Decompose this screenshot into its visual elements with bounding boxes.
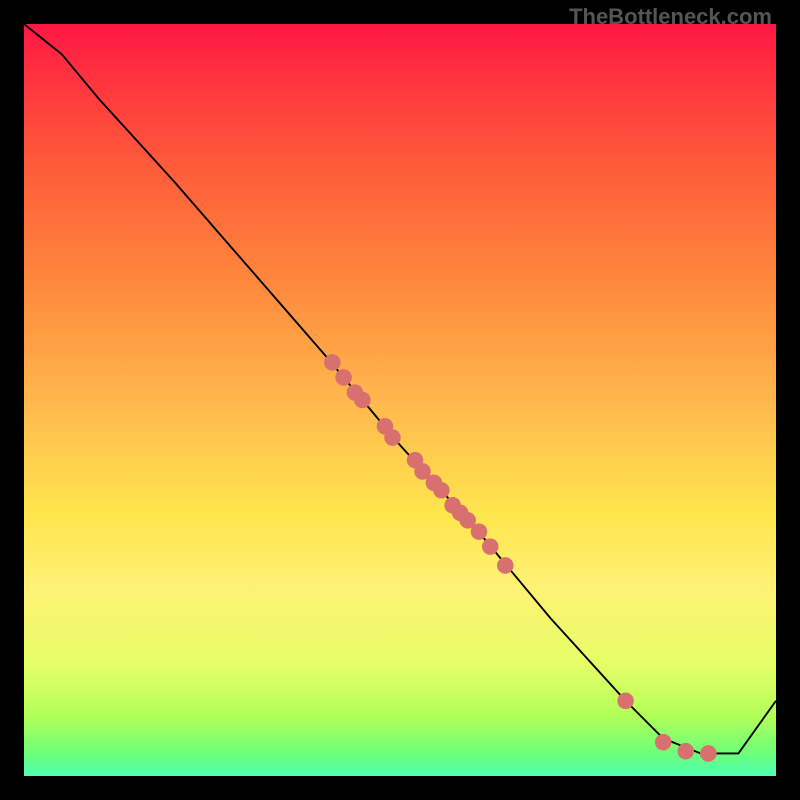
data-marker xyxy=(324,354,341,371)
plot-area xyxy=(24,24,776,776)
watermark-label: TheBottleneck.com xyxy=(569,4,772,30)
data-marker xyxy=(700,745,717,762)
data-marker xyxy=(677,743,694,760)
data-marker xyxy=(497,557,514,574)
data-marker xyxy=(482,538,499,555)
chart-svg xyxy=(24,24,776,776)
curve-path xyxy=(24,24,776,753)
data-marker xyxy=(617,693,634,710)
data-marker xyxy=(433,482,450,499)
data-marker xyxy=(354,392,371,409)
data-marker xyxy=(335,369,352,386)
data-marker xyxy=(471,523,488,540)
data-marker xyxy=(384,429,401,446)
chart-container: TheBottleneck.com xyxy=(0,0,800,800)
data-marker xyxy=(655,734,672,751)
markers-group xyxy=(324,354,717,762)
